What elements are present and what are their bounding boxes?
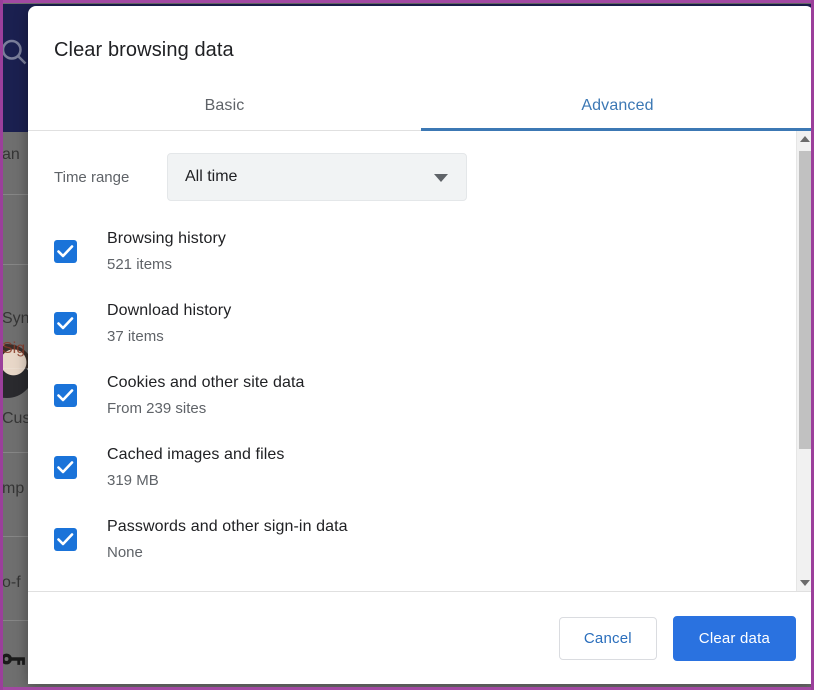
key-icon	[1, 653, 25, 665]
cancel-button[interactable]: Cancel	[558, 616, 657, 660]
background-text-fragment: Syn	[2, 310, 28, 327]
clear-data-button[interactable]: Clear data	[672, 615, 796, 661]
time-range-value: All time	[185, 168, 238, 185]
background-row-separator	[0, 194, 28, 195]
background-text-fragment: Cus	[2, 410, 28, 427]
time-range-label: Time range	[54, 168, 130, 186]
list-item-title: Cookies and other site data	[107, 374, 305, 391]
tab-advanced[interactable]: Advanced	[421, 82, 814, 130]
data-type-list: Browsing history 521 items Download hist…	[28, 201, 797, 581]
time-range-row: Time range All time	[28, 131, 797, 201]
list-item-title: Passwords and other sign-in data	[107, 518, 348, 535]
dialog-tabs: Basic Advanced	[28, 82, 814, 131]
background-left-column: an Syn Sig Cus mp o-f	[0, 132, 28, 690]
list-item[interactable]: Passwords and other sign-in data None	[28, 509, 797, 581]
list-item-text: Cached images and files 319 MB	[77, 437, 285, 493]
check-icon	[57, 245, 74, 258]
list-item-subtitle: 521 items	[107, 256, 173, 273]
list-item-text: Download history 37 items	[77, 293, 231, 349]
tab-basic[interactable]: Basic	[28, 82, 421, 130]
list-item[interactable]: Cookies and other site data From 239 sit…	[28, 365, 797, 437]
list-item[interactable]: Cached images and files 319 MB	[28, 437, 797, 509]
checkbox-cookies-and-site-data[interactable]	[54, 384, 77, 407]
screen-root: an Syn Sig Cus mp o-f Clear browsing data Bas…	[0, 0, 814, 690]
background-row-separator	[0, 620, 28, 621]
check-icon	[57, 389, 74, 402]
background-text-fragment: Sig	[2, 340, 26, 357]
search-icon	[1, 39, 27, 65]
list-item-title: Cached images and files	[107, 446, 285, 463]
dialog-footer: Cancel Clear data	[28, 591, 814, 684]
dialog-content: Time range All time Browsing history 521…	[28, 131, 814, 591]
checkbox-cached-images-and-files[interactable]	[54, 456, 77, 479]
list-item-subtitle: None	[107, 544, 143, 561]
check-icon	[57, 533, 74, 546]
list-item[interactable]: Browsing history 521 items	[28, 221, 797, 293]
checkbox-passwords-and-signin-data[interactable]	[54, 528, 77, 551]
list-item-subtitle: 319 MB	[107, 472, 159, 489]
list-item-text: Passwords and other sign-in data None	[77, 509, 348, 565]
check-icon	[57, 461, 74, 474]
background-row-separator	[0, 368, 28, 369]
list-item-title: Download history	[107, 302, 232, 319]
list-item-text: Cookies and other site data From 239 sit…	[77, 365, 305, 421]
check-icon	[57, 317, 74, 330]
dialog-scroll-content: Time range All time Browsing history 521…	[28, 131, 797, 591]
clear-browsing-data-dialog: Clear browsing data Basic Advanced Time …	[28, 6, 814, 684]
accent-border-top	[0, 0, 814, 3]
checkbox-browsing-history[interactable]	[54, 240, 77, 263]
dialog-title: Clear browsing data	[54, 39, 234, 61]
list-item-title: Browsing history	[107, 230, 226, 247]
time-range-select[interactable]: All time	[167, 153, 467, 201]
list-item-subtitle: From 239 sites	[107, 400, 207, 417]
list-item-text: Browsing history 521 items	[77, 221, 226, 277]
background-row-separator	[0, 264, 28, 265]
list-item-subtitle: 37 items	[107, 328, 164, 345]
list-item[interactable]: Download history 37 items	[28, 293, 797, 365]
background-text-fragment: o-f	[2, 574, 21, 591]
background-row-separator	[0, 452, 28, 453]
background-text-fragment: mp	[2, 480, 25, 497]
chevron-down-icon	[434, 174, 448, 182]
accent-border-left	[0, 0, 3, 690]
background-text-fragment: an	[2, 146, 20, 163]
checkbox-download-history[interactable]	[54, 312, 77, 335]
background-row-separator	[0, 536, 28, 537]
